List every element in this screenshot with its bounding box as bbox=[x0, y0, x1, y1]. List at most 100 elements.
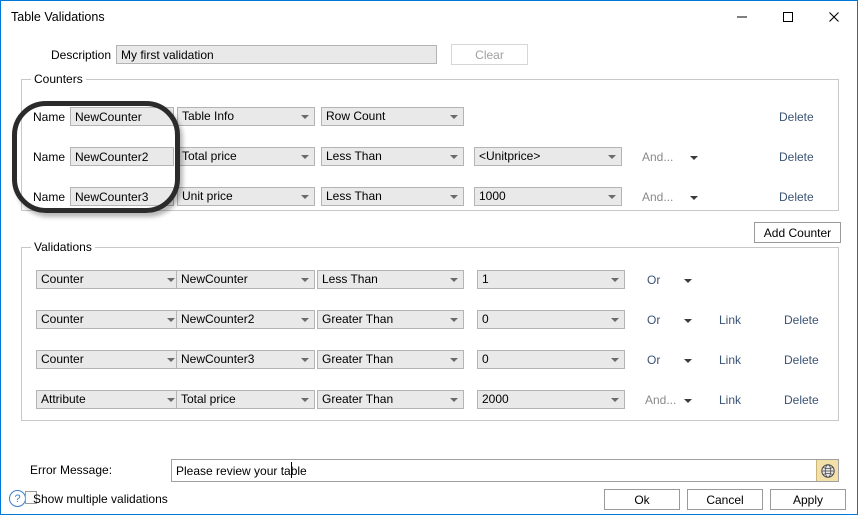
counter-source-combo[interactable]: Total price bbox=[177, 147, 315, 166]
counter-connector-label[interactable]: And... bbox=[642, 150, 673, 164]
chevron-down-icon bbox=[301, 115, 309, 119]
chevron-down-icon[interactable] bbox=[690, 196, 698, 200]
chevron-down-icon bbox=[450, 318, 458, 322]
table-validations-dialog: Table Validations Description Clear Coun… bbox=[0, 0, 858, 515]
validation-link-label[interactable]: Link bbox=[719, 353, 741, 367]
validation-target-combo[interactable]: NewCounter3 bbox=[176, 350, 315, 369]
clear-button[interactable]: Clear bbox=[451, 44, 528, 65]
validation-operator-combo[interactable]: Greater Than bbox=[317, 310, 464, 329]
validation-value-combo[interactable]: 0 bbox=[477, 310, 625, 329]
counter-name-input[interactable] bbox=[70, 147, 174, 166]
minimize-button[interactable] bbox=[719, 1, 765, 32]
counter-metric-value: Row Count bbox=[326, 109, 386, 123]
description-input[interactable] bbox=[116, 45, 437, 64]
validation-delete-link[interactable]: Delete bbox=[784, 393, 819, 407]
chevron-down-icon bbox=[301, 155, 309, 159]
chevron-down-icon bbox=[167, 358, 175, 362]
chevron-down-icon bbox=[450, 155, 458, 159]
validation-connector-label[interactable]: Or bbox=[647, 273, 660, 287]
description-label: Description bbox=[51, 48, 112, 62]
help-icon[interactable]: ? bbox=[9, 490, 26, 507]
validation-operator-value: Greater Than bbox=[322, 392, 394, 406]
validation-delete-link[interactable]: Delete bbox=[784, 313, 819, 327]
validation-delete-link[interactable]: Delete bbox=[784, 353, 819, 367]
error-message-label: Error Message: bbox=[30, 463, 113, 477]
counter-value-combo[interactable]: <Unitprice> bbox=[474, 147, 622, 166]
counter-name-input[interactable] bbox=[70, 107, 174, 126]
minimize-icon bbox=[735, 10, 749, 24]
counter-metric-value: Less Than bbox=[326, 149, 382, 163]
chevron-down-icon bbox=[450, 278, 458, 282]
counter-name-input[interactable] bbox=[70, 187, 174, 206]
validation-value-combo[interactable]: 0 bbox=[477, 350, 625, 369]
validation-type-combo[interactable]: Attribute bbox=[36, 390, 181, 409]
globe-icon[interactable] bbox=[816, 460, 838, 481]
error-message-input[interactable] bbox=[171, 459, 839, 482]
chevron-down-icon bbox=[450, 398, 458, 402]
apply-button[interactable]: Apply bbox=[770, 489, 846, 510]
validation-type-value: Counter bbox=[41, 352, 84, 366]
add-counter-button[interactable]: Add Counter bbox=[754, 222, 841, 243]
counter-metric-combo[interactable]: Row Count bbox=[321, 107, 464, 126]
chevron-down-icon[interactable] bbox=[690, 156, 698, 160]
chevron-down-icon bbox=[608, 155, 616, 159]
validation-connector-label[interactable]: Or bbox=[647, 353, 660, 367]
validation-type-value: Counter bbox=[41, 312, 84, 326]
validation-operator-combo[interactable]: Less Than bbox=[317, 270, 464, 289]
error-message-field-wrap bbox=[171, 459, 839, 482]
counter-source-combo[interactable]: Unit price bbox=[177, 187, 315, 206]
counter-name-label: Name bbox=[33, 110, 66, 124]
chevron-down-icon bbox=[301, 398, 309, 402]
validation-operator-value: Less Than bbox=[322, 272, 378, 286]
validation-target-combo[interactable]: Total price bbox=[176, 390, 315, 409]
chevron-down-icon bbox=[301, 278, 309, 282]
maximize-icon bbox=[781, 10, 795, 24]
validation-target-combo[interactable]: NewCounter2 bbox=[176, 310, 315, 329]
title-bar: Table Validations bbox=[1, 1, 857, 33]
counter-delete-link[interactable]: Delete bbox=[779, 110, 814, 124]
chevron-down-icon bbox=[301, 358, 309, 362]
validation-connector-label[interactable]: Or bbox=[647, 313, 660, 327]
validation-target-value: Total price bbox=[181, 392, 236, 406]
validation-type-combo[interactable]: Counter bbox=[36, 310, 181, 329]
counter-name-label: Name bbox=[33, 190, 66, 204]
chevron-down-icon[interactable] bbox=[684, 279, 692, 283]
chevron-down-icon bbox=[167, 278, 175, 282]
ok-button[interactable]: Ok bbox=[604, 489, 680, 510]
validation-value-text: 2000 bbox=[482, 392, 509, 406]
chevron-down-icon bbox=[167, 398, 175, 402]
counter-metric-value: Less Than bbox=[326, 189, 382, 203]
validation-operator-combo[interactable]: Greater Than bbox=[317, 390, 464, 409]
validation-link-label[interactable]: Link bbox=[719, 393, 741, 407]
counter-delete-link[interactable]: Delete bbox=[779, 150, 814, 164]
validation-value-combo[interactable]: 2000 bbox=[477, 390, 625, 409]
validation-operator-combo[interactable]: Greater Than bbox=[317, 350, 464, 369]
validation-type-combo[interactable]: Counter bbox=[36, 270, 181, 289]
chevron-down-icon bbox=[301, 318, 309, 322]
counter-metric-combo[interactable]: Less Than bbox=[321, 147, 464, 166]
chevron-down-icon bbox=[301, 195, 309, 199]
cancel-button[interactable]: Cancel bbox=[687, 489, 763, 510]
validation-type-value: Attribute bbox=[41, 392, 86, 406]
show-multiple-validations-label[interactable]: Show multiple validations bbox=[33, 492, 168, 506]
chevron-down-icon[interactable] bbox=[684, 359, 692, 363]
validation-type-combo[interactable]: Counter bbox=[36, 350, 181, 369]
chevron-down-icon bbox=[611, 318, 619, 322]
validation-link-label[interactable]: Link bbox=[719, 313, 741, 327]
chevron-down-icon[interactable] bbox=[684, 399, 692, 403]
validation-value-text: 1 bbox=[482, 272, 489, 286]
chevron-down-icon[interactable] bbox=[684, 319, 692, 323]
counter-metric-combo[interactable]: Less Than bbox=[321, 187, 464, 206]
counter-connector-label[interactable]: And... bbox=[642, 190, 673, 204]
close-button[interactable] bbox=[811, 1, 857, 32]
validation-target-combo[interactable]: NewCounter bbox=[176, 270, 315, 289]
validation-connector-label[interactable]: And... bbox=[645, 393, 676, 407]
validation-value-combo[interactable]: 1 bbox=[477, 270, 625, 289]
counter-source-combo[interactable]: Table Info bbox=[177, 107, 315, 126]
maximize-button[interactable] bbox=[765, 1, 811, 32]
counter-source-value: Total price bbox=[182, 149, 237, 163]
counter-value-combo[interactable]: 1000 bbox=[474, 187, 622, 206]
validation-target-value: NewCounter bbox=[181, 272, 248, 286]
counter-delete-link[interactable]: Delete bbox=[779, 190, 814, 204]
close-icon bbox=[827, 10, 841, 24]
